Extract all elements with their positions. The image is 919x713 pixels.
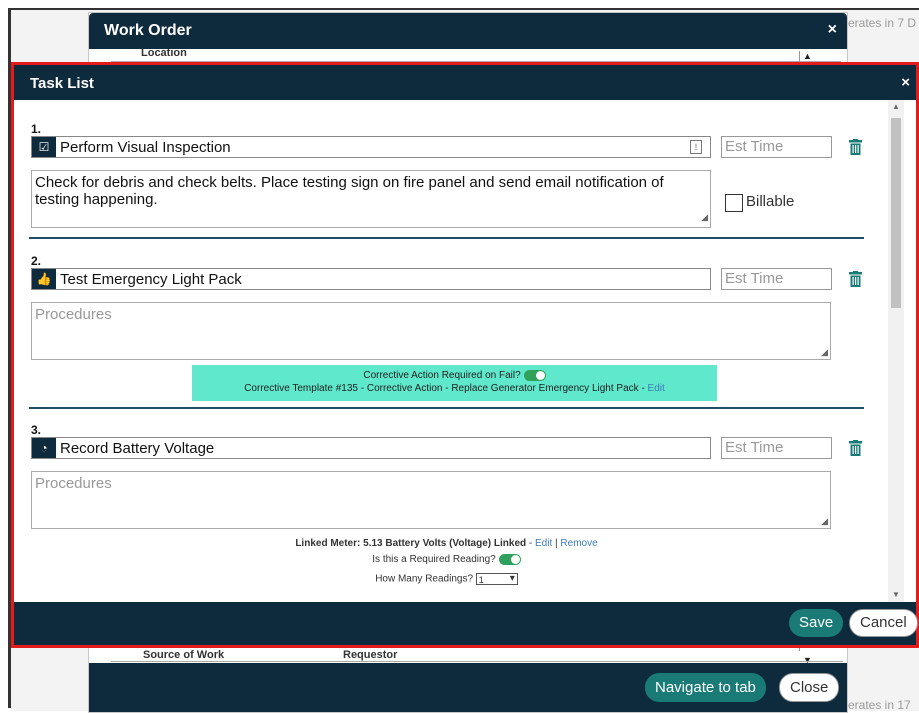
task-list-footer: Save Cancel — [14, 602, 918, 645]
note-icon[interactable]: ! — [690, 140, 702, 154]
source-of-work-label: Source of Work — [143, 649, 225, 661]
work-order-footer: Navigate to tab Close — [89, 663, 847, 712]
required-reading-label: Is this a Required Reading? — [372, 554, 496, 566]
scroll-down-icon[interactable]: ▼ — [892, 590, 900, 599]
task-title-input[interactable]: ☑ Perform Visual Inspection ! — [31, 136, 711, 158]
task-list-title: Task List — [30, 75, 94, 92]
linked-meter-text: Linked Meter: 5.13 Battery Volts (Voltag… — [295, 538, 527, 549]
est-time-input[interactable]: Est Time — [721, 437, 832, 459]
task-divider — [29, 407, 864, 409]
checkbox-icon[interactable]: ☑ — [32, 137, 56, 157]
work-order-title: Work Order — [104, 22, 192, 39]
work-order-header: Work Order × — [89, 13, 847, 49]
required-reading-row: Is this a Required Reading? — [29, 554, 864, 565]
task-title-text: Test Emergency Light Pack — [60, 271, 242, 288]
readings-count-select[interactable]: 1 — [475, 573, 518, 585]
scroll-up-icon[interactable]: ▲ — [803, 51, 812, 61]
procedures-textarea[interactable]: Check for debris and check belts. Place … — [31, 170, 711, 228]
task-list-scrollbar[interactable]: ▲ ▼ — [888, 100, 904, 602]
est-time-input[interactable]: Est Time — [721, 136, 832, 158]
procedures-placeholder: Procedures — [35, 306, 112, 323]
resize-handle-icon[interactable]: ◢ — [821, 516, 828, 527]
trash-icon[interactable] — [849, 271, 862, 287]
gauge-icon[interactable]: ◔ — [32, 438, 56, 458]
procedures-placeholder: Procedures — [35, 475, 112, 492]
cancel-button[interactable]: Cancel — [849, 609, 918, 637]
corrective-edit-link[interactable]: Edit — [648, 383, 665, 394]
required-reading-toggle[interactable] — [498, 554, 521, 565]
procedures-textarea[interactable]: Procedures ◢ — [31, 302, 831, 360]
close-button[interactable]: Close — [779, 673, 840, 702]
corrective-action-panel: Corrective Action Required on Fail? Corr… — [192, 365, 717, 401]
corrective-template-text: Corrective Template #135 - Corrective Ac… — [244, 383, 639, 395]
corrective-required-toggle[interactable] — [523, 370, 546, 381]
task-title-input[interactable]: 👍 Test Emergency Light Pack — [31, 268, 711, 290]
task-number: 2. — [31, 254, 42, 268]
scroll-up-icon[interactable]: ▲ — [892, 102, 900, 111]
background-text-bottom: erates in 17 — [848, 698, 911, 712]
meter-edit-link[interactable]: Edit — [535, 538, 552, 549]
task-list-header: Task List × — [14, 65, 916, 100]
window-edge — [8, 8, 919, 10]
task-list-body: 1. ☑ Perform Visual Inspection ! Est Tim… — [14, 100, 916, 602]
task-title-text: Record Battery Voltage — [60, 440, 215, 457]
corrective-template-row: Corrective Template #135 - Corrective Ac… — [244, 383, 665, 395]
trash-icon[interactable] — [849, 440, 862, 456]
how-many-label: How Many Readings? — [375, 573, 474, 585]
resize-handle-icon[interactable]: ◢ — [701, 209, 708, 226]
corrective-required-label: Corrective Action Required on Fail? — [363, 370, 521, 382]
task-title-input[interactable]: ◔ Record Battery Voltage — [31, 437, 711, 459]
save-button[interactable]: Save — [789, 609, 844, 637]
est-time-input[interactable]: Est Time — [721, 268, 832, 290]
scrollbar-thumb[interactable] — [891, 118, 901, 308]
linked-meter-row: Linked Meter: 5.13 Battery Volts (Voltag… — [295, 538, 598, 549]
task-item: 2. 👍 Test Emergency Light Pack Est Time … — [29, 254, 864, 404]
meter-remove-link[interactable]: Remove — [560, 538, 597, 549]
how-many-readings-row: How Many Readings? 1 — [29, 573, 864, 585]
billable-label: Billable — [746, 193, 795, 210]
billable-checkbox[interactable] — [725, 194, 743, 212]
task-list-modal: Task List × 1. ☑ Perform Visual Inspecti… — [11, 62, 919, 648]
task-divider — [29, 237, 864, 239]
source-of-work-value: Requestor — [343, 649, 398, 661]
location-label: Location — [141, 47, 187, 59]
navigate-to-tab-button[interactable]: Navigate to tab — [645, 673, 766, 702]
thumbs-up-icon[interactable]: 👍 — [32, 269, 56, 289]
task-title-text: Perform Visual Inspection — [60, 139, 231, 156]
source-of-work-row: Source of Work Requestor — [111, 649, 843, 662]
work-order-close-icon[interactable]: × — [828, 21, 837, 39]
task-list-close-icon[interactable]: × — [901, 74, 910, 91]
procedures-textarea[interactable]: Procedures ◢ — [31, 471, 831, 529]
trash-icon[interactable] — [849, 139, 862, 155]
procedures-text: Check for debris and check belts. Place … — [35, 174, 664, 208]
location-row: Location — [111, 47, 841, 62]
resize-handle-icon[interactable]: ◢ — [821, 347, 828, 358]
task-item: 3. ◔ Record Battery Voltage Est Time Pro… — [29, 423, 864, 593]
background-text-top: erates in 7 D — [848, 16, 917, 30]
task-number: 3. — [31, 423, 42, 437]
task-number: 1. — [31, 122, 42, 136]
corrective-required-row: Corrective Action Required on Fail? — [192, 365, 717, 381]
task-item: 1. ☑ Perform Visual Inspection ! Est Tim… — [29, 122, 864, 232]
